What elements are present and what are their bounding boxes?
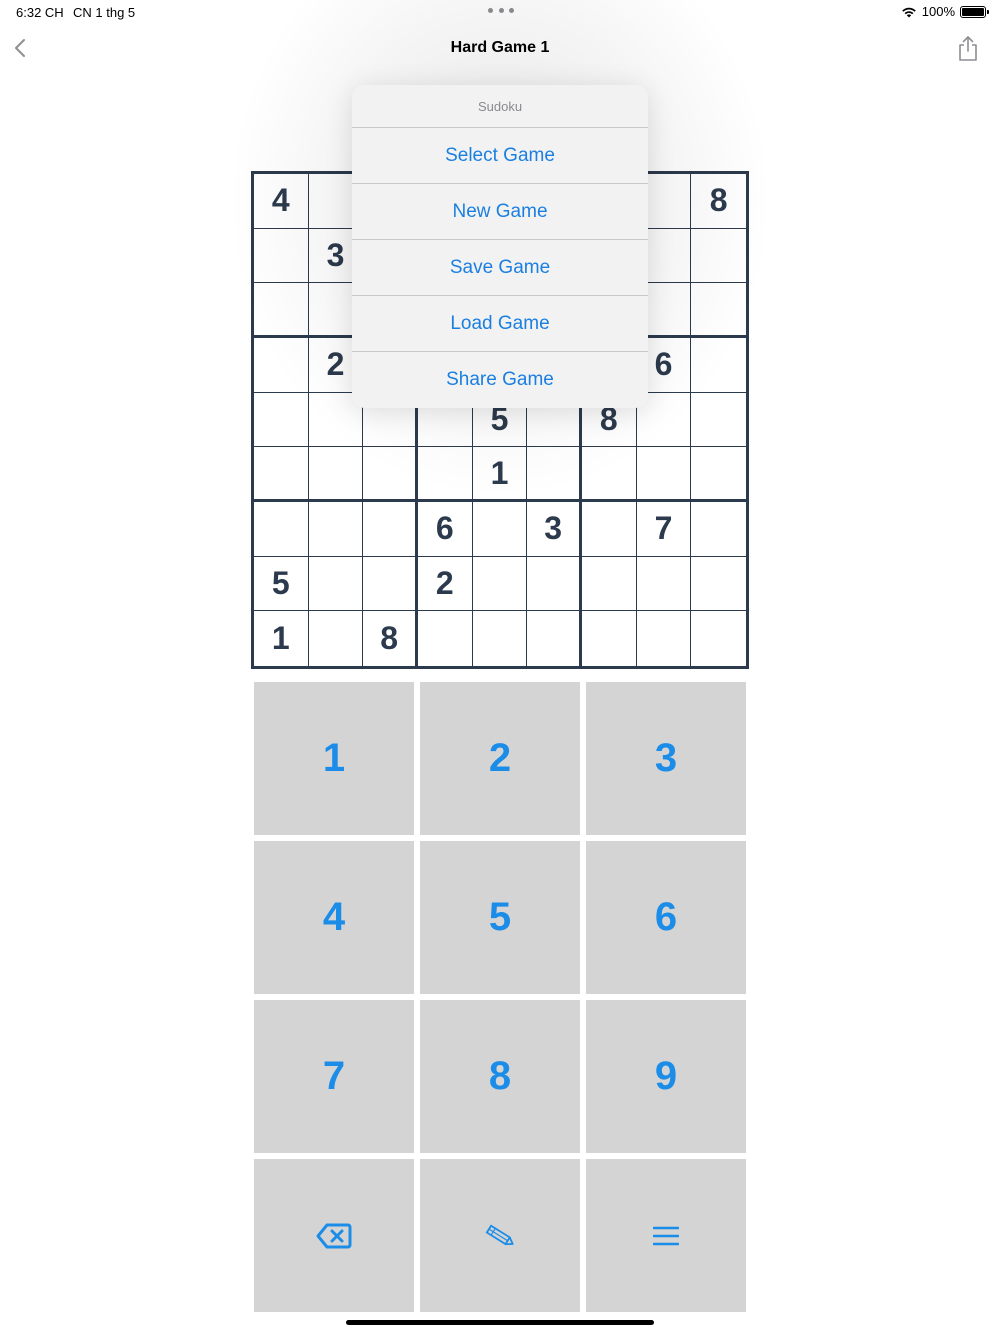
sudoku-cell-r8-c5[interactable] <box>472 556 528 612</box>
pencil-icon <box>485 1223 514 1245</box>
page-title: Hard Game 1 <box>450 39 550 56</box>
sudoku-cell-r9-c6[interactable] <box>527 611 582 666</box>
sudoku-cell-r8-c6[interactable] <box>527 556 582 612</box>
sudoku-cell-r9-c4[interactable] <box>418 611 473 666</box>
share-icon[interactable] <box>955 34 981 62</box>
sudoku-cell-r5-c1[interactable] <box>254 392 309 448</box>
digit-key-1[interactable]: 1 <box>254 682 414 835</box>
menu-item-load-game[interactable]: Load Game <box>352 296 648 352</box>
menu-item-select-game[interactable]: Select Game <box>352 128 648 184</box>
sudoku-cell-r3-c1[interactable] <box>254 283 309 338</box>
sudoku-cell-r4-c1[interactable] <box>254 338 309 393</box>
sudoku-cell-r4-c9[interactable] <box>691 338 746 393</box>
wifi-icon <box>901 7 916 17</box>
sudoku-cell-r2-c9[interactable] <box>691 229 746 284</box>
digit-key-7[interactable]: 7 <box>254 1000 414 1153</box>
sudoku-cell-r6-c3[interactable] <box>363 447 418 502</box>
digit-key-9[interactable]: 9 <box>586 1000 746 1153</box>
multitasking-dots-icon[interactable] <box>488 3 514 17</box>
sudoku-cell-r6-c5[interactable]: 1 <box>472 447 528 502</box>
sudoku-cell-r9-c5[interactable] <box>473 611 528 666</box>
pencil-button[interactable] <box>420 1159 580 1312</box>
status-bar: 6:32 CH CN 1 thg 5 100% <box>0 0 1000 26</box>
sudoku-cell-r6-c1[interactable] <box>254 447 309 502</box>
sudoku-cell-r8-c3[interactable] <box>363 556 418 612</box>
sudoku-cell-r9-c2[interactable] <box>309 611 364 666</box>
menu-item-share-game[interactable]: Share Game <box>352 352 648 408</box>
sudoku-cell-r6-c9[interactable] <box>691 447 746 502</box>
sudoku-cell-r1-c1[interactable]: 4 <box>254 174 309 229</box>
menu-item-new-game[interactable]: New Game <box>352 184 648 240</box>
popover-title: Sudoku <box>352 85 648 128</box>
sudoku-cell-r7-c1[interactable] <box>254 502 309 557</box>
menu-item-save-game[interactable]: Save Game <box>352 240 648 296</box>
sudoku-cell-r7-c9[interactable] <box>691 502 746 557</box>
number-keypad: 1 2 3 4 5 6 7 8 9 <box>254 682 746 1312</box>
delete-icon <box>316 1223 352 1248</box>
sudoku-cell-r8-c2[interactable] <box>308 556 364 612</box>
sudoku-cell-r8-c8[interactable] <box>636 556 692 612</box>
menu-button[interactable] <box>586 1159 746 1312</box>
sudoku-cell-r7-c3[interactable] <box>363 502 418 557</box>
sudoku-cell-r1-c9[interactable]: 8 <box>691 174 746 229</box>
digit-key-5[interactable]: 5 <box>420 841 580 994</box>
sudoku-cell-r7-c2[interactable] <box>308 502 364 557</box>
sudoku-cell-r6-c8[interactable] <box>636 447 692 502</box>
status-indicators: 100% <box>901 4 989 19</box>
sudoku-cell-r9-c1[interactable]: 1 <box>254 611 309 666</box>
digit-key-4[interactable]: 4 <box>254 841 414 994</box>
sudoku-cell-r8-c7[interactable] <box>582 556 637 612</box>
game-menu-popover: Sudoku Select Game New Game Save Game Lo… <box>352 85 648 408</box>
sudoku-cell-r7-c5[interactable] <box>472 502 528 557</box>
sudoku-cell-r9-c8[interactable] <box>637 611 692 666</box>
sudoku-cell-r7-c8[interactable]: 7 <box>636 502 692 557</box>
battery-icon <box>960 5 989 18</box>
sudoku-cell-r3-c9[interactable] <box>691 283 746 338</box>
sudoku-cell-r8-c9[interactable] <box>691 557 746 612</box>
sudoku-cell-r7-c4[interactable]: 6 <box>418 502 473 557</box>
home-indicator[interactable] <box>346 1320 654 1325</box>
sudoku-cell-r6-c2[interactable] <box>308 447 364 502</box>
sudoku-cell-r8-c4[interactable]: 2 <box>418 556 473 612</box>
menu-icon <box>653 1226 679 1245</box>
status-time: 6:32 CH <box>16 5 64 20</box>
digit-key-3[interactable]: 3 <box>586 682 746 835</box>
sudoku-cell-r6-c7[interactable] <box>582 447 637 502</box>
sudoku-cell-r8-c1[interactable]: 5 <box>254 556 309 612</box>
digit-key-8[interactable]: 8 <box>420 1000 580 1153</box>
navigation-bar: Hard Game 1 <box>0 26 1000 70</box>
sudoku-cell-r2-c1[interactable] <box>254 228 309 284</box>
sudoku-cell-r7-c7[interactable] <box>582 502 637 557</box>
battery-percent: 100% <box>921 4 955 19</box>
sudoku-cell-r6-c4[interactable] <box>418 447 473 502</box>
status-date: CN 1 thg 5 <box>73 5 136 20</box>
digit-key-6[interactable]: 6 <box>586 841 746 994</box>
sudoku-cell-r6-c6[interactable] <box>527 447 582 502</box>
sudoku-cell-r7-c6[interactable]: 3 <box>527 502 582 557</box>
digit-key-2[interactable]: 2 <box>420 682 580 835</box>
sudoku-cell-r9-c9[interactable] <box>691 611 746 666</box>
sudoku-cell-r5-c9[interactable] <box>691 393 746 448</box>
sudoku-cell-r9-c3[interactable]: 8 <box>363 611 418 666</box>
delete-button[interactable] <box>254 1159 414 1312</box>
sudoku-cell-r9-c7[interactable] <box>582 611 637 666</box>
